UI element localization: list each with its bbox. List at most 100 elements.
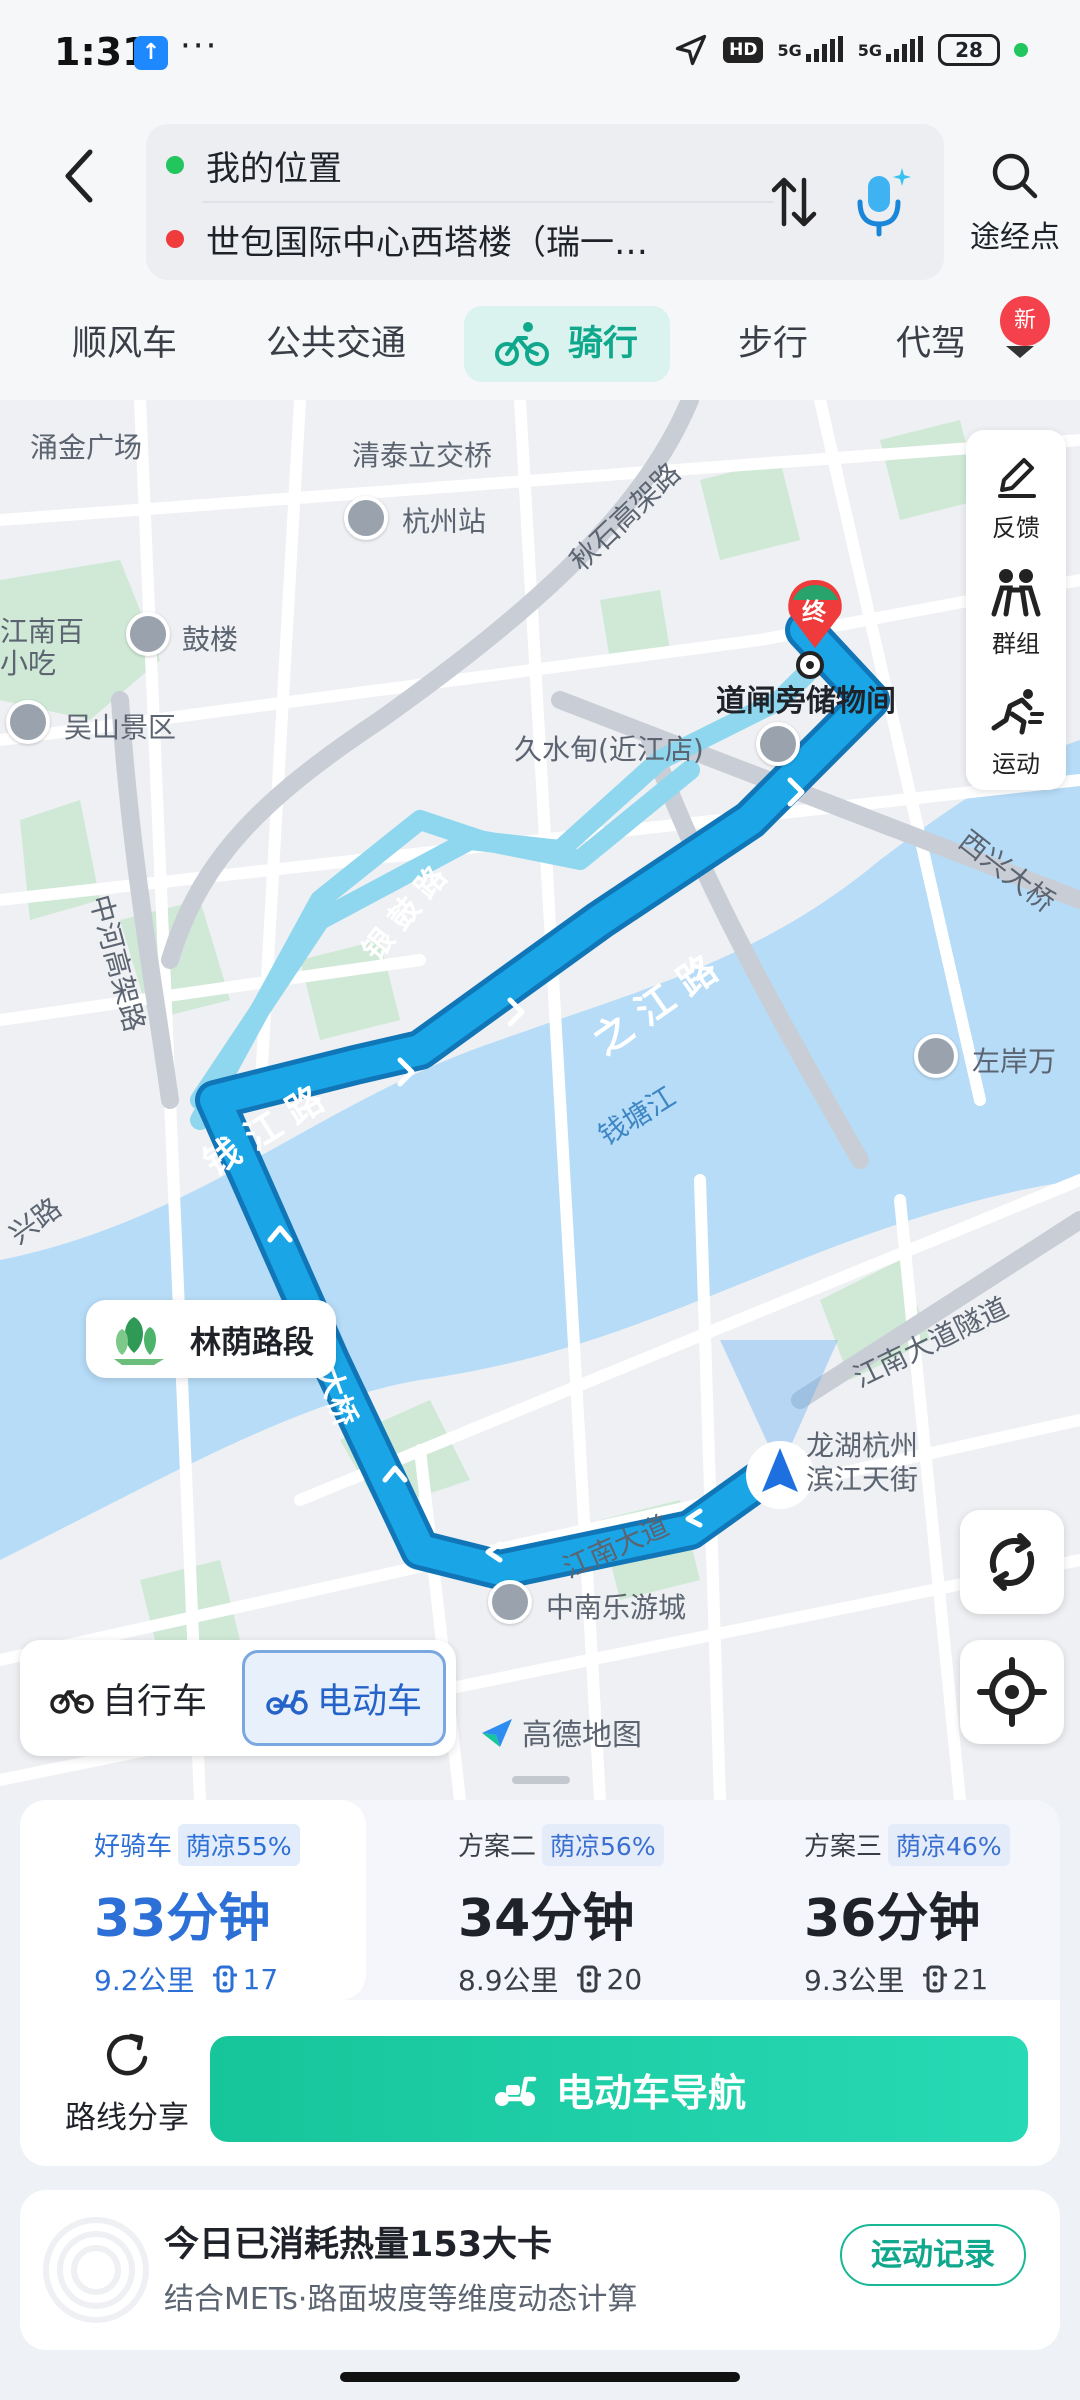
map-label-zhongnan: 中南乐游城 (546, 1591, 687, 1624)
plan-lights: 17 (242, 1962, 279, 1996)
search-icon (992, 153, 1038, 199)
tab-cycling[interactable]: 骑行 (464, 306, 671, 382)
origin-field[interactable]: 我的位置 (166, 130, 342, 200)
privacy-dot-icon (1014, 43, 1028, 57)
traffic-light-icon (922, 1965, 947, 1993)
shop-icon (756, 722, 800, 766)
map-label-binjiang: 滨江天街 (806, 1463, 919, 1496)
map-label-gulou: 鼓楼 (182, 623, 239, 656)
map-tools-panel: 反馈 群组 运动 (966, 430, 1066, 790)
plan-title-row: 方案二 荫凉56% (458, 1824, 712, 1866)
map-label-zuoan: 左岸万 (972, 1045, 1057, 1078)
map-label-terminal: 道闸旁储物间 (716, 684, 896, 719)
crosshair-icon (977, 1657, 1047, 1727)
tab-carpool[interactable]: 顺风车 (72, 306, 177, 382)
ebike-label: 电动车 (317, 1681, 423, 1722)
map-canvas (0, 400, 1080, 1800)
waypoint-label: 途经点 (970, 220, 1060, 255)
tab-walking[interactable]: 步行 (738, 306, 808, 382)
pen-icon (998, 458, 1036, 498)
vehicle-switch: 自行车 电动车 (20, 1640, 456, 1756)
mall-icon (488, 1580, 532, 1624)
action-row: 路线分享 电动车导航 (20, 2000, 1060, 2166)
plan-meta: 9.3公里 21 (804, 1959, 1058, 1999)
ebike-option[interactable]: 电动车 (242, 1650, 446, 1746)
back-button[interactable] (50, 136, 110, 216)
calorie-subtitle: 结合METs·路面坡度等维度动态计算 (164, 2282, 638, 2317)
bicycle-label: 自行车 (102, 1681, 208, 1722)
group-icon (991, 569, 1041, 617)
destination-field[interactable]: 世包国际中心西塔楼（瑞一… (166, 204, 648, 274)
plan-lights: 20 (606, 1962, 643, 1996)
share-label: 路线分享 (65, 2100, 189, 2136)
map-label-hangzhou-station: 杭州站 (402, 505, 487, 538)
destination-dot-icon (166, 230, 184, 248)
start-navigation-button[interactable]: 电动车导航 (210, 2036, 1028, 2142)
signal-5g-icon: 5G (777, 35, 843, 62)
drag-handle[interactable] (512, 1776, 570, 1784)
plan-card-3[interactable]: 方案三 荫凉46% 36分钟 9.3公里 21 (712, 1800, 1058, 2000)
station-icon (344, 496, 388, 540)
plan-duration: 33分钟 (94, 1889, 271, 1949)
scooter-icon (494, 2076, 537, 2106)
cycling-icon (495, 322, 549, 366)
map-label-jiushuidian: 久水甸(近江店) (514, 733, 704, 766)
group-tool[interactable]: 群组 (966, 566, 1066, 659)
plan-card-1[interactable]: 好骑车 荫凉55% 33分钟 9.2公里 17 (20, 1800, 366, 2000)
plan-card-2[interactable]: 方案二 荫凉56% 34分钟 8.9公里 20 (366, 1800, 712, 2000)
plan-title-row: 方案三 荫凉46% (804, 1824, 1058, 1866)
locate-me-button[interactable] (960, 1640, 1064, 1744)
swap-icon[interactable] (766, 170, 822, 234)
scenic-icon (6, 700, 50, 744)
feedback-tool[interactable]: 反馈 (966, 450, 1066, 543)
map-label-qingtai: 清泰立交桥 (352, 439, 493, 472)
home-indicator[interactable] (340, 2372, 740, 2382)
origin-text: 我的位置 (206, 148, 342, 189)
battery-icon: 28 (938, 34, 1000, 66)
tab-cycling-label: 骑行 (568, 324, 639, 364)
tab-public-transit[interactable]: 公共交通 (266, 306, 406, 382)
shade-tag: 荫凉46% (888, 1824, 1010, 1866)
running-icon (991, 689, 1044, 735)
map-label-wushan: 吴山景区 (64, 711, 177, 744)
sport-tool[interactable]: 运动 (966, 686, 1066, 779)
group-label: 群组 (992, 630, 1040, 658)
navigation-label: 电动车导航 (555, 2070, 746, 2115)
share-route-button[interactable]: 路线分享 (52, 2028, 202, 2137)
shade-tag: 荫凉56% (542, 1824, 664, 1866)
signal-label-2: 5G (857, 40, 882, 60)
bicycle-icon (50, 1690, 94, 1714)
refresh-icon (989, 1533, 1035, 1591)
signal-5g-icon-2: 5G (857, 35, 924, 62)
voice-microphone-icon[interactable] (846, 162, 918, 242)
destination-text: 世包国际中心西塔楼（瑞一… (206, 222, 648, 263)
share-icon (107, 2033, 148, 2076)
shaded-road-badge[interactable]: 林荫路段 (86, 1300, 336, 1378)
shade-tag: 荫凉55% (178, 1824, 300, 1866)
map-view[interactable]: 涌金广场 清泰立交桥 杭州站 江南百 小吃 鼓楼 吴山景区 秋石高架路 道闸旁储… (0, 400, 1080, 1800)
location-arrow-icon (675, 34, 707, 66)
plan-title: 方案二 (458, 1832, 537, 1862)
origin-dot-icon (166, 156, 184, 174)
tab-designated-driver[interactable]: 代驾 (896, 306, 976, 382)
hd-icon: HD (723, 37, 764, 63)
bicycle-option[interactable]: 自行车 (50, 1650, 207, 1746)
plan-meta: 8.9公里 20 (458, 1959, 712, 1999)
plan-title: 好骑车 (94, 1832, 173, 1862)
plan-duration: 36分钟 (804, 1889, 981, 1949)
plan-distance: 9.3公里 (804, 1964, 905, 1997)
sport-record-button[interactable]: 运动记录 (840, 2224, 1026, 2286)
upload-arrow-icon: ↑ (134, 36, 168, 70)
feedback-label: 反馈 (992, 514, 1040, 542)
plan-distance: 8.9公里 (458, 1964, 559, 1997)
zuoan-poi-icon (914, 1034, 958, 1078)
shaded-road-label: 林荫路段 (190, 1324, 314, 1361)
refresh-route-button[interactable] (960, 1510, 1064, 1614)
end-marker-label[interactable]: 终 (802, 592, 826, 627)
plan-distance: 9.2公里 (94, 1964, 195, 1997)
calorie-card: 今日已消耗热量153大卡 结合METs·路面坡度等维度动态计算 运动记录 (20, 2190, 1060, 2350)
plan-title: 方案三 (804, 1832, 883, 1862)
waypoint-button[interactable]: 途经点 (960, 148, 1070, 256)
gaode-logo-text: 高德地图 (522, 1718, 642, 1753)
route-header: 我的位置 世包国际中心西塔楼（瑞一… 途经点 (0, 108, 1080, 288)
